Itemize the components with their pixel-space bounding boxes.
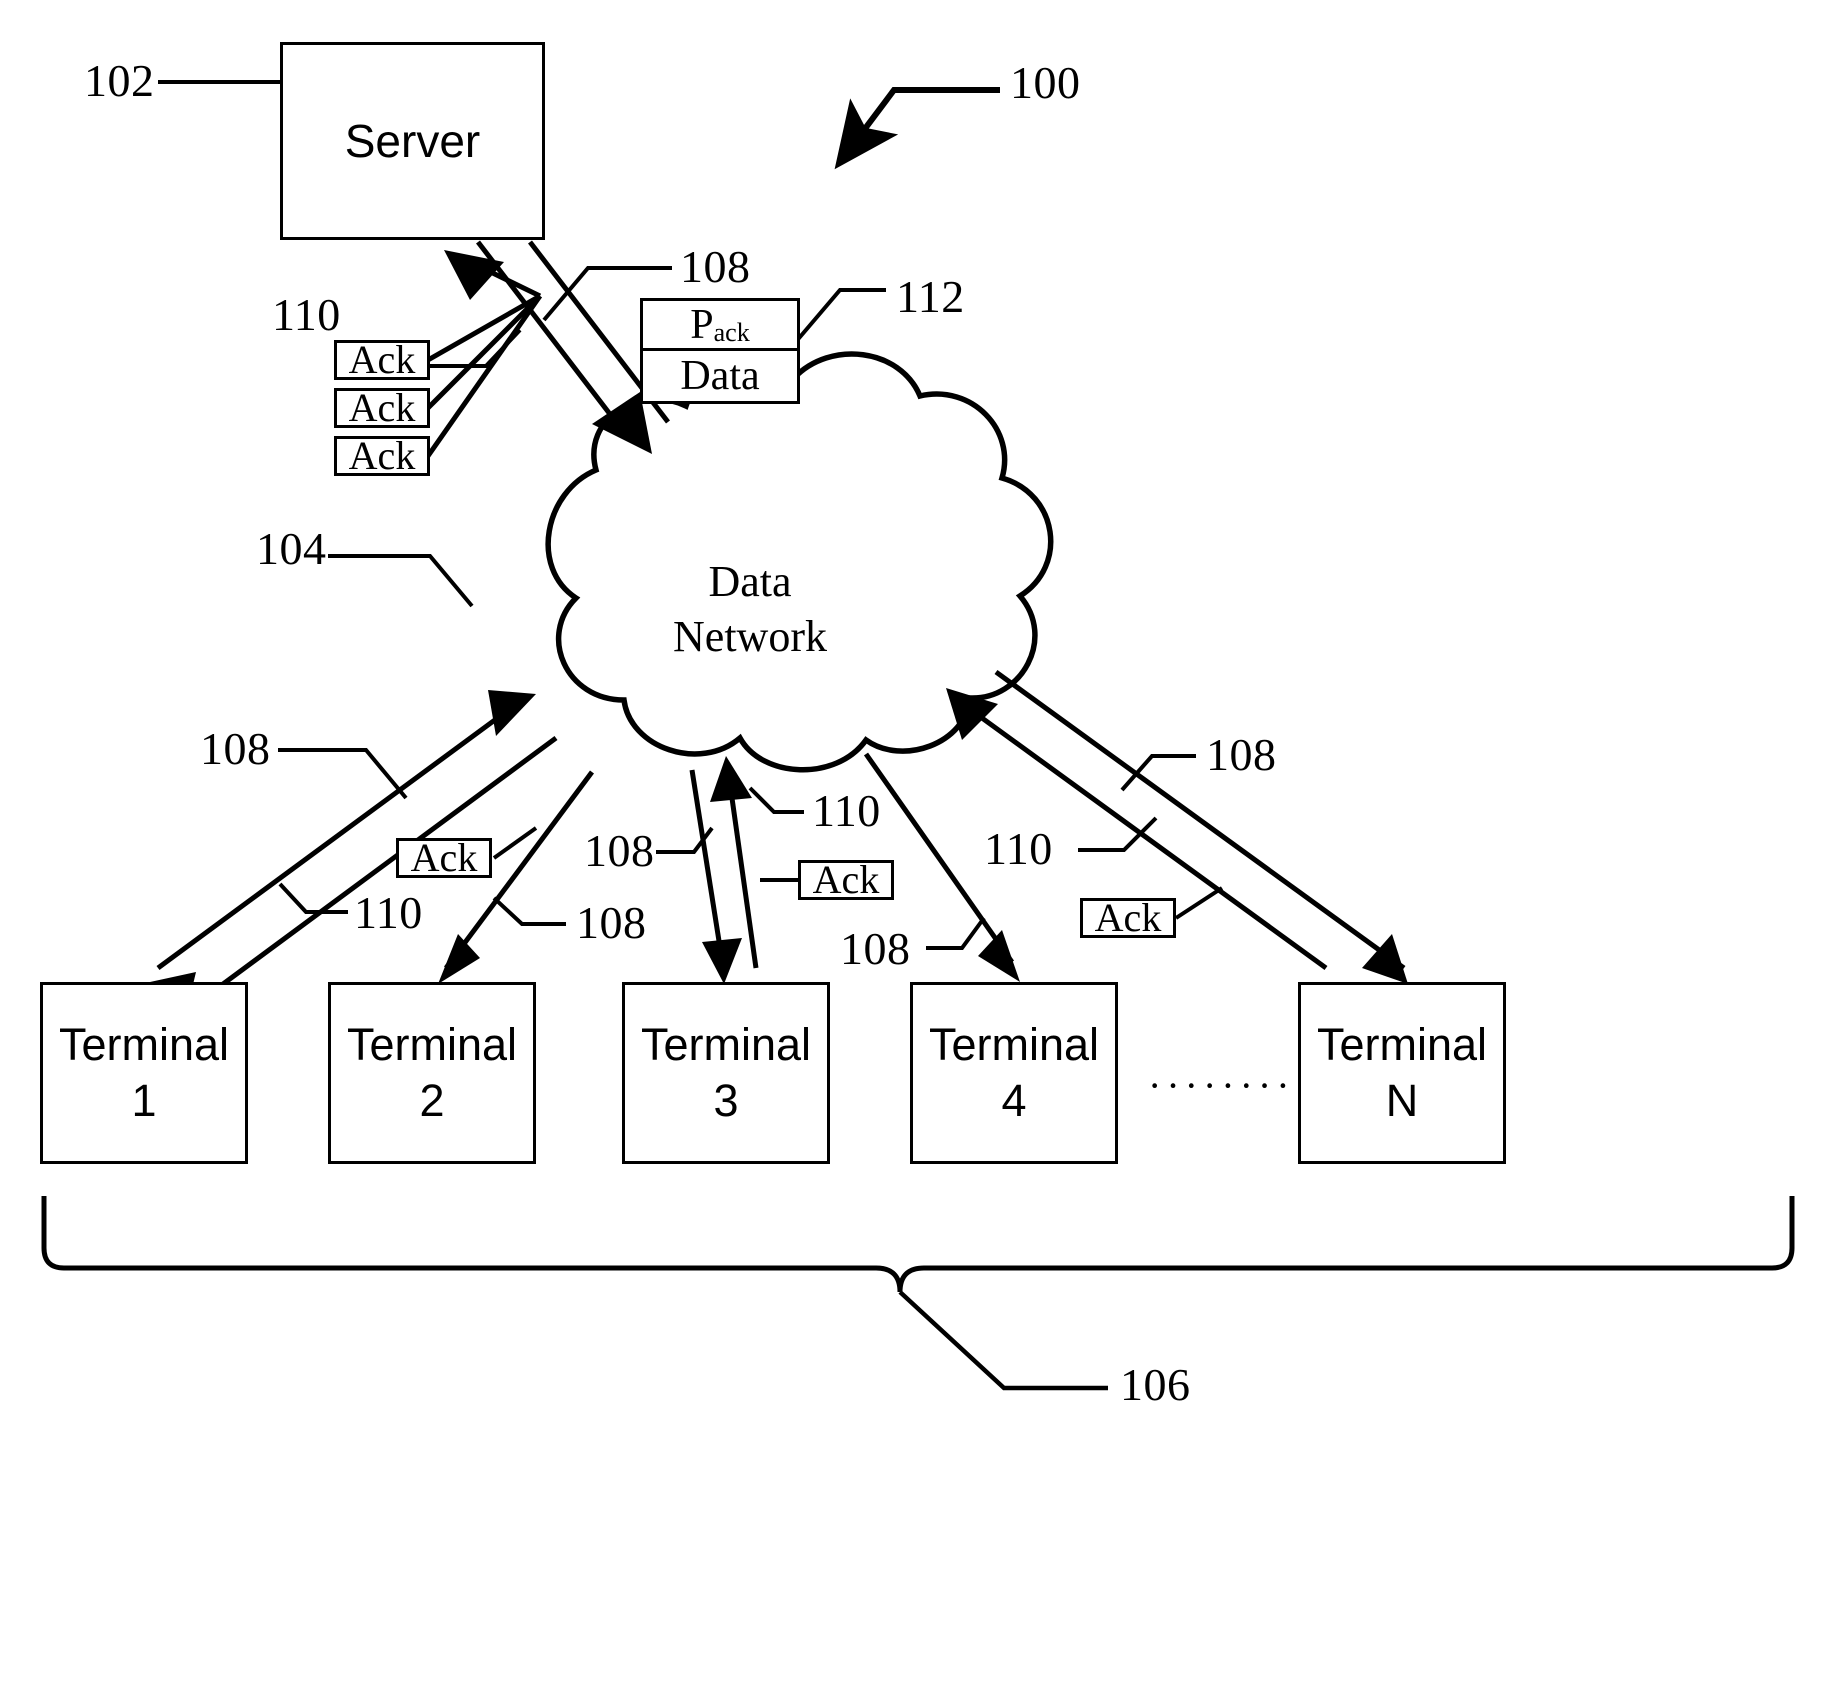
flow-t1-head-up: [488, 690, 536, 736]
packet-payload-label: Data: [680, 353, 760, 399]
ack-label: Ack: [812, 857, 880, 902]
terminal-index: N: [1385, 1075, 1419, 1126]
diagram-vector-layer: [41, 80, 1795, 1391]
packet-header-subscript: ack: [713, 318, 750, 348]
ref-numeral-110-t1: 110: [354, 887, 423, 938]
server-label: Server: [344, 115, 481, 167]
ref-numeral-110-t3: 110: [812, 785, 881, 836]
ack-label: Ack: [348, 433, 416, 478]
terminal-node-1[interactable]: Terminal 1: [40, 982, 248, 1164]
terminal-name: Terminal: [640, 1018, 812, 1070]
ack-box-terminal-1[interactable]: Ack: [396, 838, 492, 878]
flow-t1-edge2: [194, 735, 558, 1007]
terminal-name: Terminal: [58, 1018, 230, 1070]
ref-numeral-100: 100: [1010, 57, 1081, 108]
terminal-name: Terminal: [346, 1018, 518, 1070]
flow-ack-to-server-3: [425, 294, 543, 458]
terminal-node-4[interactable]: Terminal 4: [910, 982, 1118, 1164]
ref-numeral-108-t2: 108: [576, 897, 647, 948]
ack-box-terminal-3[interactable]: Ack: [798, 860, 894, 900]
patent-figure: 102 Server 100 108 110 112 Pack Data Ack…: [0, 0, 1836, 1698]
ack-box-server-3[interactable]: Ack: [334, 436, 430, 476]
network-node-label: Data Network: [600, 554, 900, 664]
ref-numeral-102: 102: [84, 55, 155, 106]
flow-tn-edge2: [994, 669, 1406, 971]
leader-100-arrow: [834, 87, 1000, 170]
ref-numeral-110-tn: 110: [984, 823, 1053, 874]
leader-106: [898, 1290, 1108, 1391]
flow-t3-down-head: [702, 938, 742, 984]
terminal-name: Terminal: [1316, 1018, 1488, 1070]
terminal-node-2[interactable]: Terminal 2: [328, 982, 536, 1164]
leader-104-network: [328, 554, 474, 608]
terminal-node-3[interactable]: Terminal 3: [622, 982, 830, 1164]
ack-label: Ack: [348, 385, 416, 430]
ref-numeral-106-terminal-group: 106: [1120, 1359, 1191, 1410]
leader-112-packet: [792, 288, 886, 346]
packet-header-cell: Pack: [643, 301, 797, 351]
ref-numeral-108-t1: 108: [200, 723, 271, 774]
terminal-node-n[interactable]: Terminal N: [1298, 982, 1506, 1164]
ref-numeral-108-t3: 108: [584, 825, 655, 876]
connector-ack-tn: [1174, 886, 1224, 920]
ack-label: Ack: [348, 337, 416, 382]
terminal-index: 2: [419, 1075, 445, 1126]
ack-label: Ack: [1094, 895, 1162, 940]
network-label-line1: Data: [708, 557, 792, 606]
flow-t2-head: [438, 934, 480, 984]
ref-numeral-104-network: 104: [256, 523, 327, 574]
ref-numeral-108-server: 108: [680, 241, 751, 292]
terminal-index: 1: [131, 1075, 157, 1126]
flow-t4-head: [978, 930, 1020, 982]
terminal-name: Terminal: [928, 1018, 1100, 1070]
ref-numeral-108-t4: 108: [840, 923, 911, 974]
ack-box-server-2[interactable]: Ack: [334, 388, 430, 428]
terminal-index: 4: [1001, 1075, 1027, 1126]
packet-header-symbol: P: [690, 301, 714, 348]
network-label-line2: Network: [673, 612, 827, 661]
leader-108-t4: [926, 916, 986, 950]
ack-box-server-1[interactable]: Ack: [334, 340, 430, 380]
ack-box-terminal-n[interactable]: Ack: [1080, 898, 1176, 938]
group-brace-106: [41, 1196, 1795, 1293]
ack-label: Ack: [410, 835, 478, 880]
leader-108-t2: [492, 896, 566, 926]
ref-numeral-112-packet: 112: [896, 271, 965, 322]
ref-numeral-110-server: 110: [272, 289, 341, 340]
packet-node[interactable]: Pack Data: [640, 298, 800, 404]
flow-t3-up-head: [710, 756, 752, 802]
server-node[interactable]: Server: [280, 42, 545, 240]
leader-108-t1: [278, 748, 408, 800]
ref-numeral-108-tn: 108: [1206, 729, 1277, 780]
packet-payload-cell: Data: [643, 351, 797, 401]
leader-110-t3: [748, 786, 804, 814]
terminal-index: 3: [713, 1075, 739, 1126]
terminal-ellipsis: ·········: [1148, 1063, 1313, 1108]
